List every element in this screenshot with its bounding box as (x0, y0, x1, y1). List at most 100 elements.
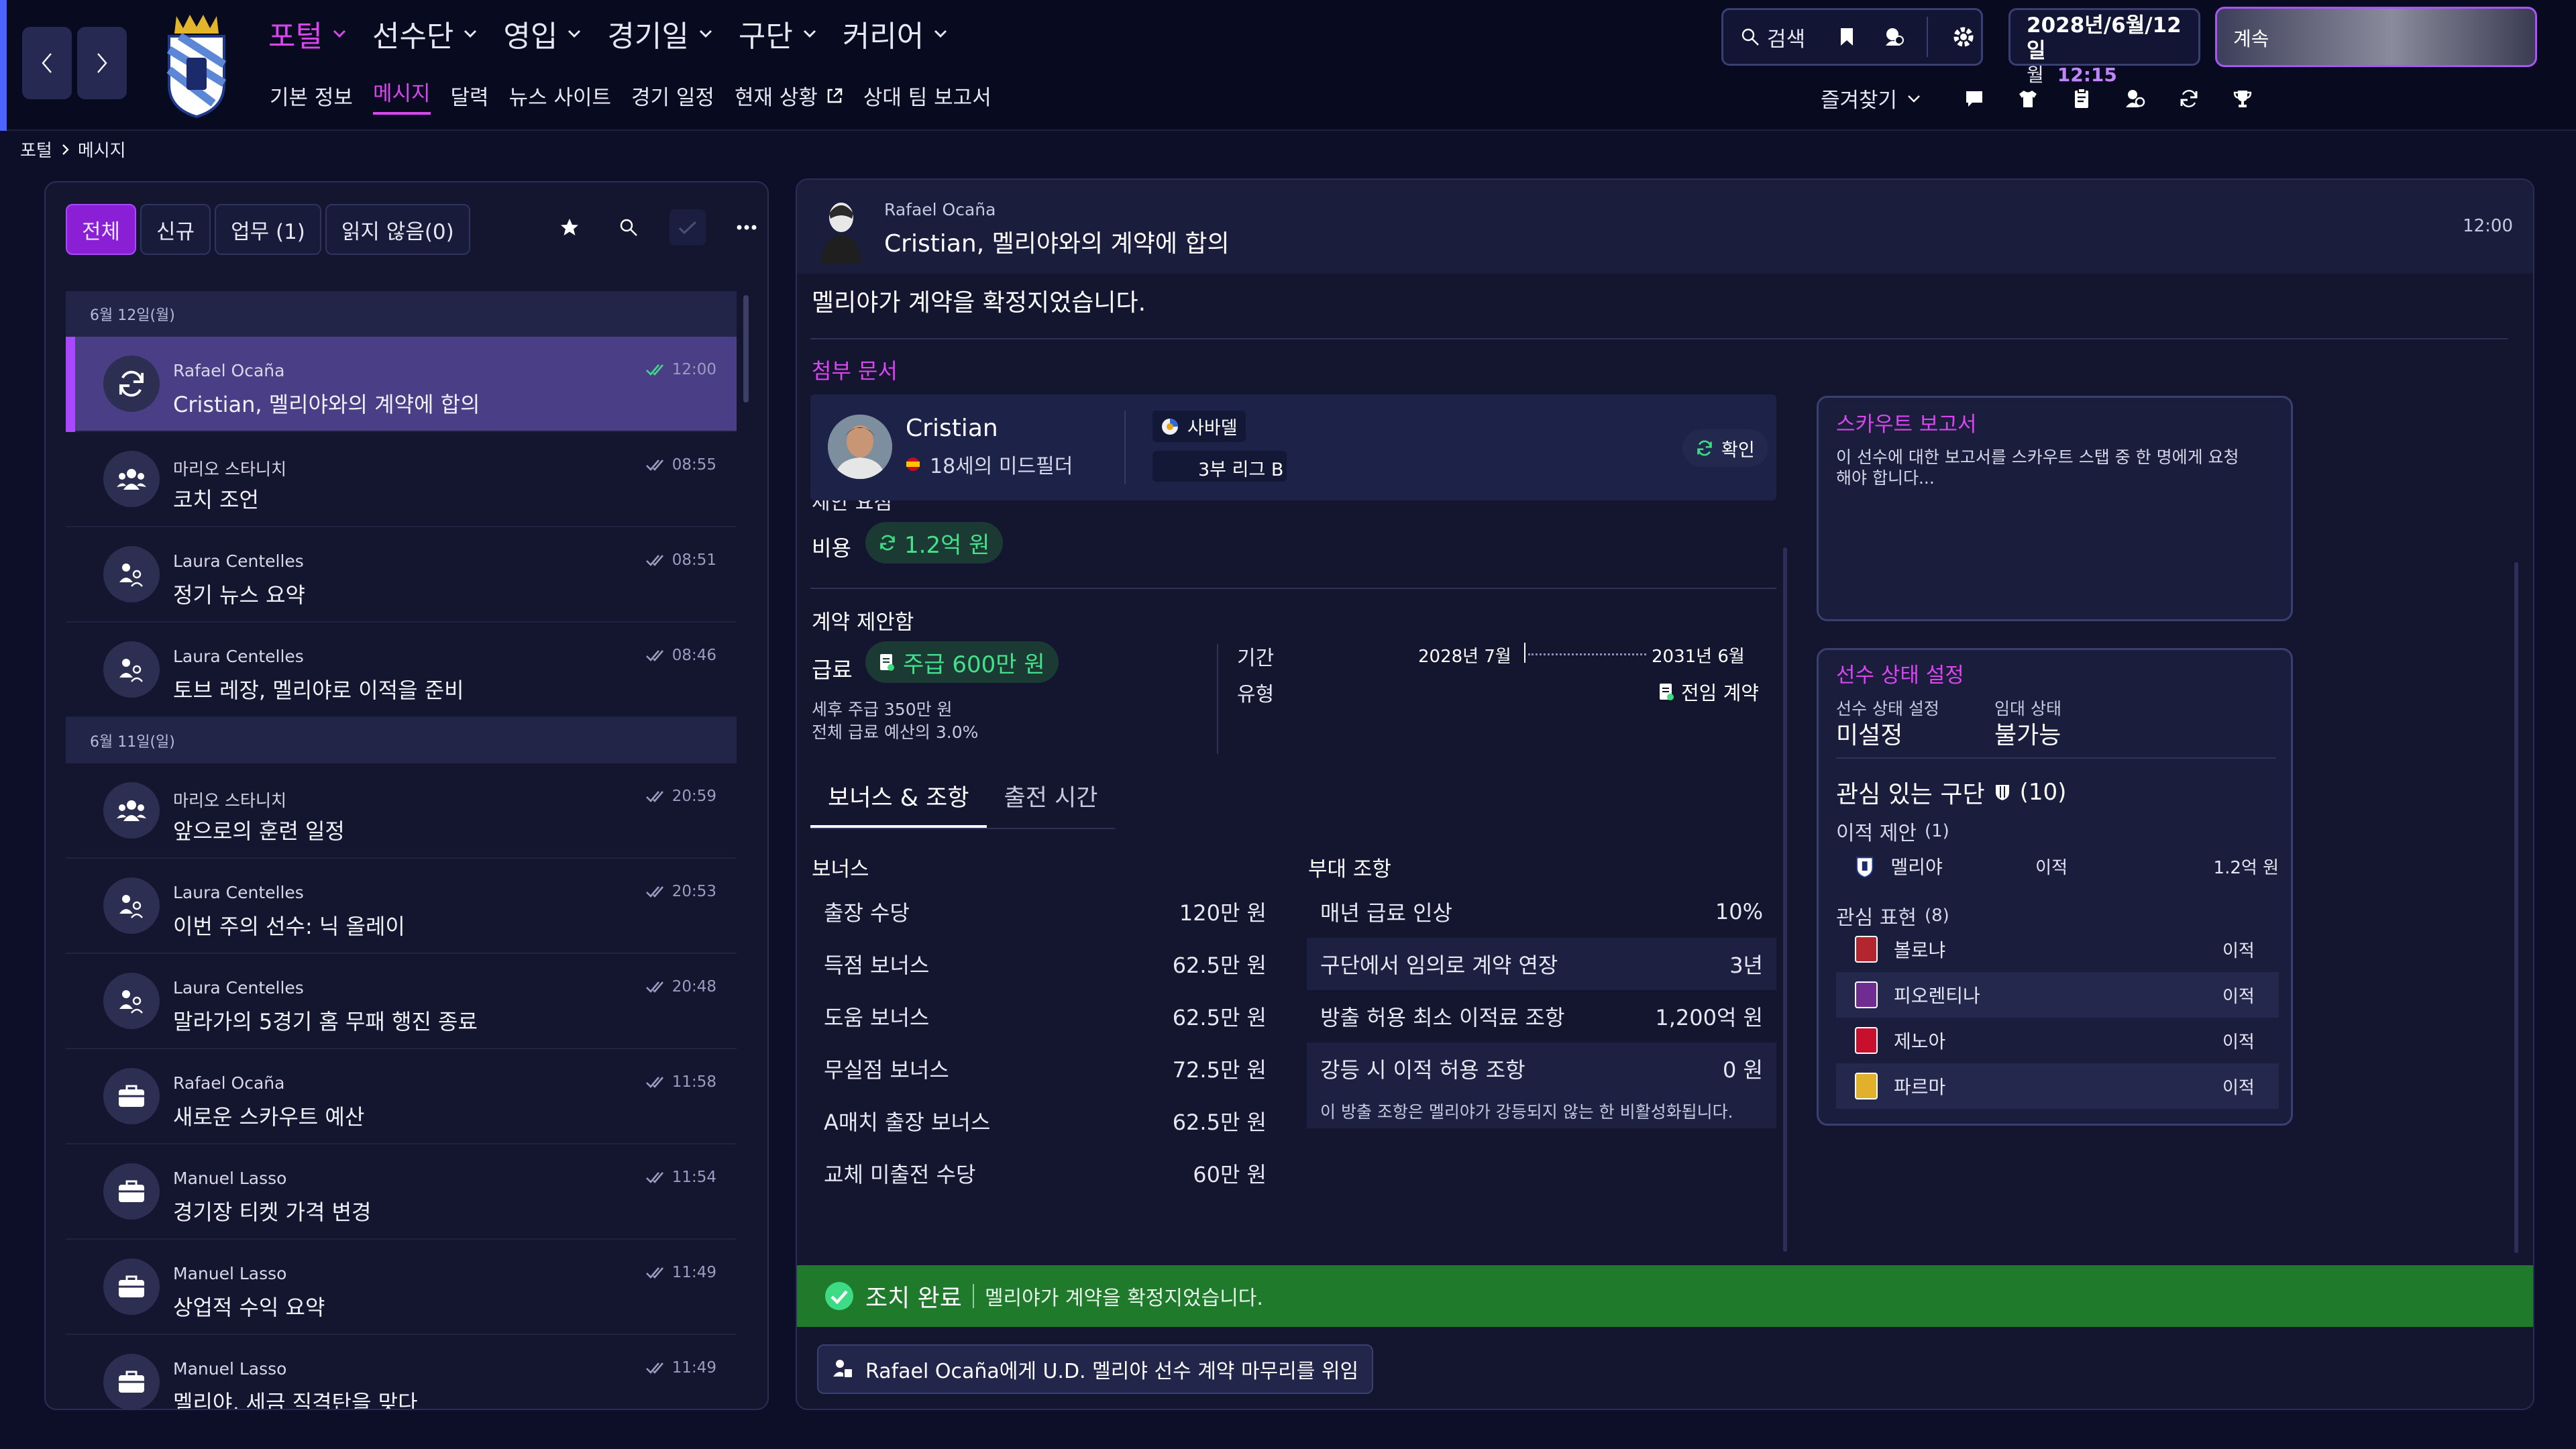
message-list: 6월 12일(월) Rafael Ocaña Cristian, 멜리야와의 계약에… (66, 291, 737, 1409)
search-button[interactable]: 검색 (1723, 10, 1822, 64)
star-filter-button[interactable] (551, 209, 588, 246)
offer-row[interactable]: 멜리야 이적 1.2억 원 (1836, 847, 2279, 885)
player-name[interactable]: Cristian (906, 415, 998, 442)
message-subject: 말라가의 5경기 홈 무패 행진 종료 (173, 1009, 478, 1034)
message-item[interactable]: Manuel Lasso 상업적 수익 요약 11:49 (66, 1240, 737, 1335)
message-item[interactable]: Rafael Ocaña Cristian, 멜리야와의 계약에 합의 12:00 (66, 337, 737, 432)
inbox-scrollbar[interactable] (743, 295, 749, 402)
message-item[interactable]: 마리오 스타니치 코치 조언 08:55 (66, 432, 737, 527)
message-sender: 마리오 스타니치 (173, 791, 286, 810)
subnav-item-3[interactable]: 뉴스 사이트 (509, 76, 611, 115)
loan-value[interactable]: 불가능 (1994, 716, 2061, 751)
player-club-name: 사바델 (1187, 418, 1238, 439)
nav-item-2[interactable]: 영입 (503, 12, 582, 55)
message-item[interactable]: 마리오 스타니치 앞으로의 훈련 일정 20:59 (66, 763, 737, 859)
clause-note: 이 방출 조항은 멜리야가 강등되지 않는 한 비활성화됩니다. (1307, 1095, 1776, 1128)
message-item[interactable]: Rafael Ocaña 새로운 스카우트 예산 11:58 (66, 1049, 737, 1144)
sender-avatar (820, 199, 863, 263)
interest-row[interactable]: 제노아 이적 (1836, 1018, 2279, 1063)
subnav-item-1[interactable]: 메시지 (372, 76, 431, 115)
message-item[interactable]: Laura Centelles 토브 레장, 멜리야로 이적을 준비 08:46 (66, 623, 737, 718)
message-item[interactable]: Laura Centelles 말라가의 5경기 홈 무패 행진 종료 20:48 (66, 954, 737, 1049)
status-title-text: 조치 완료 (865, 1285, 962, 1312)
subnav-item-5[interactable]: 현재 상황 (735, 76, 843, 115)
club-crest-logo[interactable] (160, 9, 233, 118)
continue-button[interactable]: 계속 (2215, 7, 2537, 67)
bookmark-button[interactable] (1829, 19, 1864, 55)
subnav-item-4[interactable]: 경기 일정 (631, 76, 714, 115)
scouting-shortcut[interactable] (2117, 80, 2153, 117)
tactics-shortcut[interactable] (2063, 80, 2100, 117)
message-subject: Cristian, 멜리야와의 계약에 합의 (173, 392, 480, 417)
message-time: 08:55 (672, 456, 716, 474)
player-club[interactable]: 사바델 (1152, 411, 1246, 442)
contract-tab-1[interactable]: 출전 시간 (987, 766, 1116, 828)
interest-type: 이적 (2222, 986, 2255, 1007)
nav-item-5[interactable]: 커리어 (843, 12, 948, 55)
scout-report-card[interactable]: 스카우트 보고서 이 선수에 대한 보고서를 스카우트 스탭 중 한 명에게 요… (1817, 396, 2293, 621)
interest-row[interactable]: 볼로냐 이적 (1836, 926, 2279, 972)
back-button[interactable] (22, 27, 72, 99)
message-item[interactable]: Laura Centelles 정기 뉴스 요약 08:51 (66, 527, 737, 623)
interest-row[interactable]: 파르마 이적 (1836, 1063, 2279, 1109)
message-item[interactable]: Manuel Lasso 경기장 티켓 가격 변경 11:54 (66, 1144, 737, 1240)
nav-item-0[interactable]: 포털 (268, 12, 347, 55)
message-time: 11:49 (672, 1264, 716, 1281)
player-card[interactable]: Cristian 18세의 미드필더 사바델 3부 리그 B 확인 (810, 394, 1776, 500)
interest-type: 이적 (2222, 941, 2255, 961)
fee-label: 비용 (812, 535, 851, 561)
interested-count: (10) (2019, 779, 2067, 806)
nav-item-4[interactable]: 구단 (739, 12, 817, 55)
interest-row[interactable]: 피오렌티나 이적 (1836, 972, 2279, 1018)
breadcrumb-root[interactable]: 포털 (20, 137, 52, 162)
inbox-tab-3[interactable]: 읽지 않음(0) (325, 204, 470, 255)
chat-shortcut[interactable] (1956, 80, 1992, 117)
bonus-row: 출장 수당 120만 원 (810, 885, 1280, 938)
clause-label: 강등 시 이적 허용 조항 (1320, 1057, 1525, 1083)
chevron-right-icon (97, 53, 107, 73)
confirm-button[interactable]: 확인 (1682, 429, 1768, 467)
delegate-button[interactable]: Rafael Ocaña에게 U.D. 멜리야 선수 계약 마무리를 위임 (817, 1344, 1374, 1394)
detail-scrollbar[interactable] (1783, 547, 1787, 1252)
contract-tab-0[interactable]: 보너스 & 조항 (810, 766, 987, 828)
more-options-button[interactable] (729, 209, 765, 246)
contract-icon (880, 654, 894, 671)
player-league[interactable]: 3부 리그 B (1152, 451, 1287, 482)
transfer-shortcut[interactable] (2171, 80, 2207, 117)
favorites-menu[interactable]: 즐겨찾기 (1821, 83, 1921, 113)
message-time-wrap: 08:55 (645, 456, 716, 474)
inbox-tools (551, 209, 765, 246)
message-item[interactable]: Manuel Lasso 멜리야, 세금 직격탄을 맞다 11:49 (66, 1335, 737, 1409)
people-button[interactable] (1876, 19, 1912, 55)
accent-strip (0, 0, 7, 131)
subnav-item-6[interactable]: 상대 팀 보고서 (863, 76, 991, 115)
inbox-tab-2[interactable]: 업무 (1) (215, 204, 321, 255)
message-subject: 코치 조언 (173, 487, 259, 513)
nav-item-1[interactable]: 선수단 (372, 12, 478, 55)
period-label: 기간 (1237, 647, 1275, 670)
forward-button[interactable] (77, 27, 127, 99)
inbox-tab-1[interactable]: 신규 (140, 204, 211, 255)
message-item[interactable]: Laura Centelles 이번 주의 선수: 닉 올레이 20:53 (66, 859, 737, 954)
refresh-icon (2180, 90, 2198, 107)
top-bar: 포털 선수단 영입 경기일 구단 커리어 기본 정보 메시지 달력 뉴스 사이트 경기 일정 현재 … (0, 0, 2576, 131)
settings-button[interactable] (1945, 19, 1981, 55)
game-date[interactable]: 2028년/6월/12일 월 12:15 (2008, 8, 2200, 86)
interest-club: 볼로냐 (1894, 939, 1946, 961)
inbox-search-button[interactable] (610, 209, 647, 246)
inbox-tab-0[interactable]: 전체 (66, 204, 137, 255)
side-scrollbar[interactable] (2514, 562, 2518, 1253)
nav-item-3[interactable]: 경기일 (607, 12, 712, 55)
chevron-down-icon (699, 30, 712, 38)
mark-read-button[interactable] (669, 209, 706, 246)
status-value[interactable]: 미설정 (1836, 716, 1902, 751)
subnav-item-2[interactable]: 달력 (451, 76, 489, 115)
kit-shortcut[interactable] (2010, 80, 2046, 117)
divider (810, 338, 2508, 339)
bookmark-icon (1840, 28, 1853, 46)
message-time-wrap: 20:59 (645, 788, 716, 805)
subnav-item-0[interactable]: 기본 정보 (270, 76, 353, 115)
detail-time: 12:00 (2463, 216, 2513, 236)
bonus-value: 62.5만 원 (1172, 953, 1267, 978)
trophy-shortcut[interactable] (2224, 80, 2261, 117)
